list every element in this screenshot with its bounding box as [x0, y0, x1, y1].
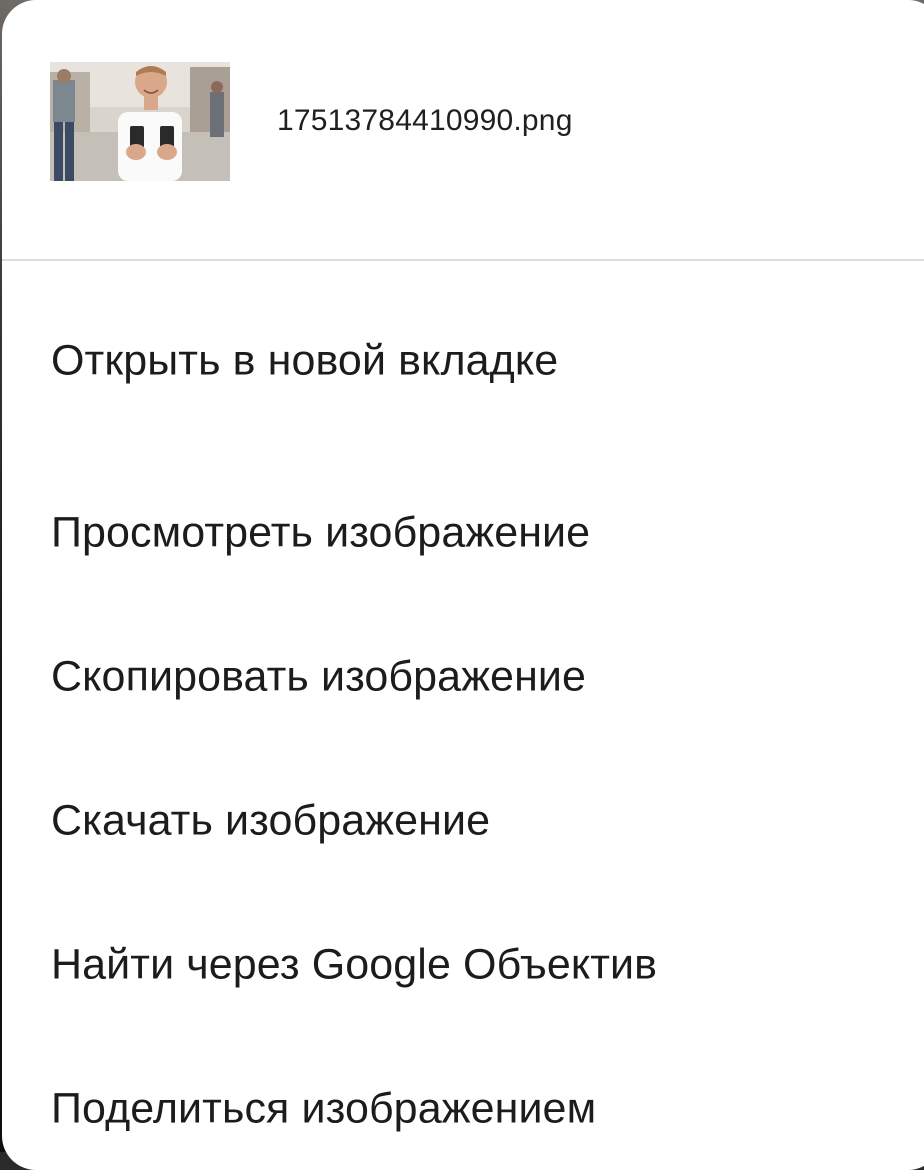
menu-item-download-image[interactable]: Скачать изображение	[2, 749, 924, 893]
menu-item-view-image[interactable]: Просмотреть изображение	[2, 461, 924, 605]
menu-item-share-image[interactable]: Поделиться изображением	[2, 1037, 924, 1170]
menu-item-label: Открыть в новой вкладке	[51, 336, 559, 385]
menu-item-copy-image[interactable]: Скопировать изображение	[2, 605, 924, 749]
menu-list: Открыть в новой вкладке Просмотреть изоб…	[2, 261, 924, 1170]
menu-item-label: Поделиться изображением	[51, 1084, 597, 1133]
menu-item-label: Просмотреть изображение	[51, 508, 591, 557]
menu-item-search-google-lens[interactable]: Найти через Google Объектив	[2, 893, 924, 1037]
menu-item-label: Найти через Google Объектив	[51, 940, 658, 989]
menu-header: 17513784410990.png	[2, 0, 924, 260]
menu-item-open-in-new-tab[interactable]: Открыть в новой вкладке	[2, 261, 924, 461]
image-thumbnail	[50, 62, 230, 181]
menu-item-label: Скопировать изображение	[51, 652, 587, 701]
image-context-menu: 17513784410990.png Открыть в новой вклад…	[2, 0, 924, 1170]
menu-item-label: Скачать изображение	[51, 796, 491, 845]
image-filename: 17513784410990.png	[277, 104, 573, 137]
